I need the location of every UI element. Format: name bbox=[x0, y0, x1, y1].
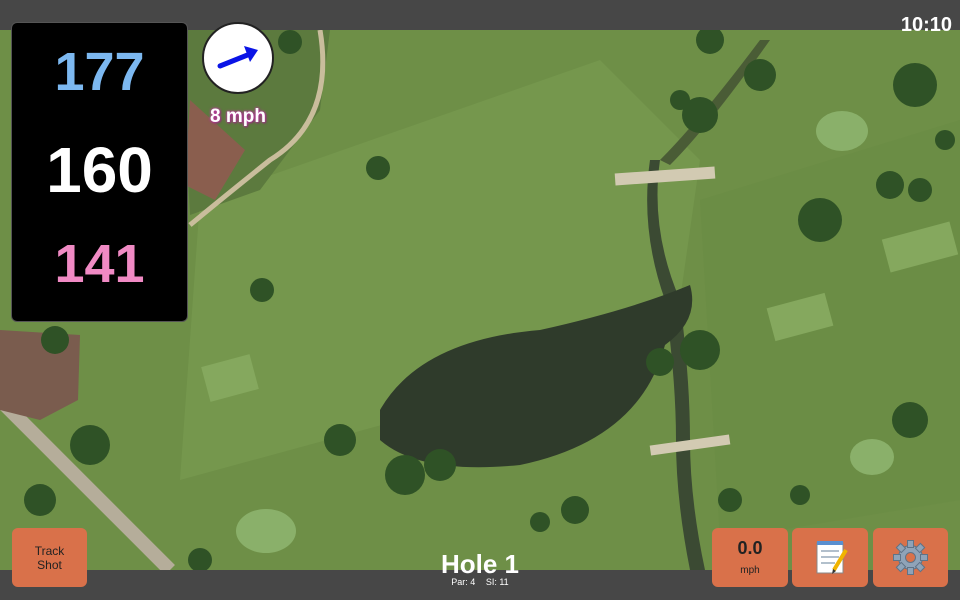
back-distance: 177 bbox=[54, 42, 145, 102]
track-shot-label-line1: Track bbox=[34, 544, 65, 558]
track-shot-label-line2: Shot bbox=[37, 558, 62, 572]
middle-distance: 160 bbox=[46, 134, 153, 206]
front-distance: 141 bbox=[54, 234, 145, 294]
hole-title: Hole 1 bbox=[440, 549, 520, 579]
notes-button[interactable] bbox=[792, 528, 868, 587]
speed-unit: mph bbox=[740, 565, 760, 576]
hole-par: Par: 4 bbox=[451, 577, 476, 587]
wind-speed: 8 mph bbox=[210, 106, 266, 127]
wind-indicator bbox=[202, 22, 274, 94]
distance-panel[interactable]: 177 160 141 bbox=[11, 22, 188, 322]
wind-arrow-icon bbox=[217, 46, 258, 69]
speed-button[interactable]: 0.0 mph bbox=[712, 528, 788, 587]
gear-icon bbox=[893, 540, 928, 575]
notepad-icon bbox=[816, 541, 848, 574]
settings-button[interactable] bbox=[873, 528, 948, 587]
hole-info: Par: 4 SI: 11 bbox=[380, 577, 580, 587]
track-shot-button[interactable]: Track Shot bbox=[12, 528, 87, 587]
hole-stroke-index: SI: 11 bbox=[485, 577, 509, 587]
speed-value: 0.0 bbox=[737, 538, 763, 558]
clock: 10:10 bbox=[900, 14, 952, 36]
